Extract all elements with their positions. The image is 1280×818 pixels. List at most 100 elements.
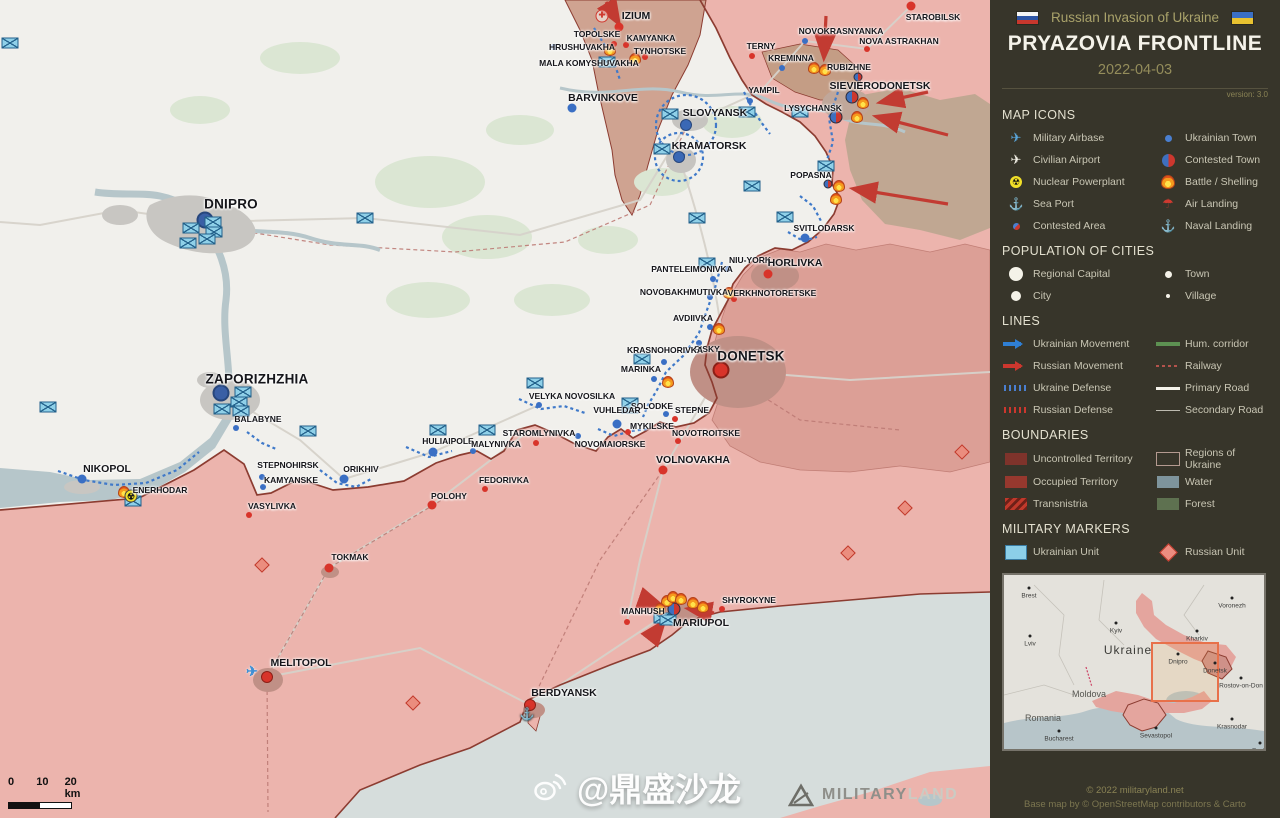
legend-section-title-map-icons: MAP ICONS bbox=[1002, 108, 1268, 122]
inset-city-dot bbox=[1058, 730, 1061, 733]
legend-item-label: Ukrainian Unit bbox=[1033, 546, 1099, 558]
settlement-label: TOPOLSKE bbox=[574, 29, 621, 39]
settlement-label: MYKILSKE bbox=[630, 421, 674, 431]
settlement-label: VOLNOVAKHA bbox=[656, 454, 730, 466]
settlement-label: STEPNOHIRSK bbox=[257, 460, 318, 470]
inset-label: Sevastopol bbox=[1140, 733, 1172, 740]
settlement-label: KAMYANSKE bbox=[264, 475, 318, 485]
legend-item: Russian Unit bbox=[1154, 541, 1268, 563]
settlement-marker bbox=[824, 180, 833, 189]
scale-20km: 20 km bbox=[65, 776, 94, 800]
ukrainian-unit-marker bbox=[744, 181, 761, 192]
inset-label: Kharkiv bbox=[1186, 636, 1208, 643]
scale-bar: 0 10 20 km bbox=[8, 776, 94, 809]
inset-city-dot bbox=[1214, 662, 1217, 665]
map-subtitle-row: Russian Invasion of Ukraine bbox=[1002, 10, 1268, 25]
settlement-label: MELITOPOL bbox=[270, 657, 331, 669]
settlement-marker bbox=[78, 475, 87, 484]
russia-flag-icon bbox=[1016, 11, 1039, 25]
settlement-label: VUHLEDAR bbox=[593, 405, 640, 415]
airport-icon bbox=[1002, 152, 1030, 168]
settlement-label: RUBIZHNE bbox=[827, 62, 871, 72]
ua-unit-icon bbox=[1002, 544, 1030, 560]
inset-label: Voronezh bbox=[1218, 603, 1245, 610]
legend-item-label: Transnistria bbox=[1033, 498, 1087, 510]
settlement-label: LYSYCHANSK bbox=[784, 103, 842, 113]
legend-grid-population: Regional CapitalCityTownVillage bbox=[1002, 263, 1268, 307]
inset-label: Donetsk bbox=[1203, 668, 1227, 675]
legend-grid-map-icons: Military AirbaseCivilian AirportNuclear … bbox=[1002, 127, 1268, 237]
ukrainian-unit-marker bbox=[430, 425, 447, 436]
legend-sidebar: Russian Invasion of Ukraine PRYAZOVIA FR… bbox=[990, 0, 1280, 818]
settlement-marker bbox=[801, 234, 810, 243]
airbase-icon bbox=[1002, 130, 1030, 146]
settlement-label: VELYKA NOVOSILKA bbox=[529, 391, 615, 401]
ukrainian-unit-marker bbox=[689, 213, 706, 224]
map-subtitle: Russian Invasion of Ukraine bbox=[1051, 10, 1219, 25]
railway-icon bbox=[1154, 358, 1182, 374]
legend-item: Civilian Airport bbox=[1002, 149, 1152, 171]
settlement-label: NOVOBAKHMUTIVKA bbox=[640, 287, 728, 297]
inset-label: Moldova bbox=[1072, 689, 1106, 699]
settlement-marker bbox=[747, 98, 753, 104]
settlement-label: MANHUSH bbox=[621, 606, 664, 616]
russian-unit-marker bbox=[840, 545, 856, 561]
mountain-icon bbox=[788, 783, 814, 807]
battle-shelling-icon bbox=[833, 180, 845, 192]
settlement-label: ORIKHIV bbox=[343, 464, 378, 474]
settlement-marker bbox=[233, 425, 239, 431]
contested-area-icon bbox=[1002, 218, 1030, 234]
settlement-marker bbox=[710, 276, 716, 282]
divider bbox=[1002, 88, 1268, 89]
legend-item-label: Hum. corridor bbox=[1185, 338, 1249, 350]
legend-item: Ukrainian Town bbox=[1154, 127, 1268, 149]
legend-item-label: Air Landing bbox=[1185, 198, 1238, 210]
copyright-line: © 2022 militaryland.net bbox=[1002, 784, 1268, 798]
legend-item-label: Russian Defense bbox=[1033, 404, 1113, 416]
settlement-label: SVITLODARSK bbox=[794, 223, 855, 233]
map-markers-layer: STAROBILSKIZIUMTOPOLSKEKAMYANKATYNHOTSKE… bbox=[0, 0, 990, 818]
settlement-label: SLOVYANSK bbox=[683, 107, 747, 119]
air-landing-icon bbox=[1154, 196, 1182, 212]
legend-item-label: Regional Capital bbox=[1033, 268, 1110, 280]
ukrainian-unit-marker bbox=[527, 378, 544, 389]
legend-item-label: Contested Town bbox=[1185, 154, 1260, 166]
legend-item-label: Contested Area bbox=[1033, 220, 1105, 232]
inset-label: Sochi bbox=[1252, 748, 1266, 752]
b-occupied-icon bbox=[1002, 474, 1030, 490]
settlement-marker bbox=[779, 65, 785, 71]
settlement-marker bbox=[325, 564, 334, 573]
inset-overview-map: BrestVoronezhKyivLvivUkraineKharkivDnipr… bbox=[1002, 573, 1266, 751]
legend-item: Ukrainian Unit bbox=[1002, 541, 1152, 563]
settlement-label: KRAMATORSK bbox=[672, 140, 747, 152]
ukrainian-unit-marker bbox=[183, 223, 200, 234]
brand-text: MILITARYLAND bbox=[822, 786, 958, 804]
legend-item-label: Water bbox=[1185, 476, 1213, 488]
ukrainian-unit-marker bbox=[654, 144, 671, 155]
legend-section-title-population: POPULATION OF CITIES bbox=[1002, 244, 1268, 258]
b-forest-icon bbox=[1154, 496, 1182, 512]
legend-item: Naval Landing bbox=[1154, 215, 1268, 237]
legend-item-label: Uncontrolled Territory bbox=[1033, 453, 1133, 465]
ukrainian-unit-marker bbox=[180, 238, 197, 249]
legend-item: Contested Town bbox=[1154, 149, 1268, 171]
settlement-marker bbox=[340, 475, 349, 484]
ukrainian-unit-marker bbox=[634, 354, 651, 365]
settlement-label: MARINKA bbox=[621, 364, 661, 374]
battle-shelling-icon bbox=[675, 593, 687, 605]
settlement-label: POLOHY bbox=[431, 491, 467, 501]
battle-shelling-icon bbox=[808, 62, 820, 74]
settlement-label: VERKHNOTORETSKE bbox=[728, 288, 817, 298]
scale-10: 10 bbox=[36, 776, 64, 800]
settlement-label: NIU-YORK bbox=[729, 255, 771, 265]
legend-item: Contested Area bbox=[1002, 215, 1152, 237]
settlement-label: STAROBILSK bbox=[906, 12, 961, 22]
settlement-marker bbox=[261, 671, 273, 683]
settlement-label: KRASNOHORIVKA bbox=[627, 345, 703, 355]
anchor-icon: ⚓ bbox=[520, 708, 535, 720]
inset-label: Dnipro bbox=[1168, 659, 1187, 666]
legend-item: Uncontrolled Territory bbox=[1002, 447, 1152, 471]
inset-city-dot bbox=[1231, 718, 1234, 721]
legend-section-title-military-markers: MILITARY MARKERS bbox=[1002, 522, 1268, 536]
settlement-marker bbox=[663, 411, 669, 417]
